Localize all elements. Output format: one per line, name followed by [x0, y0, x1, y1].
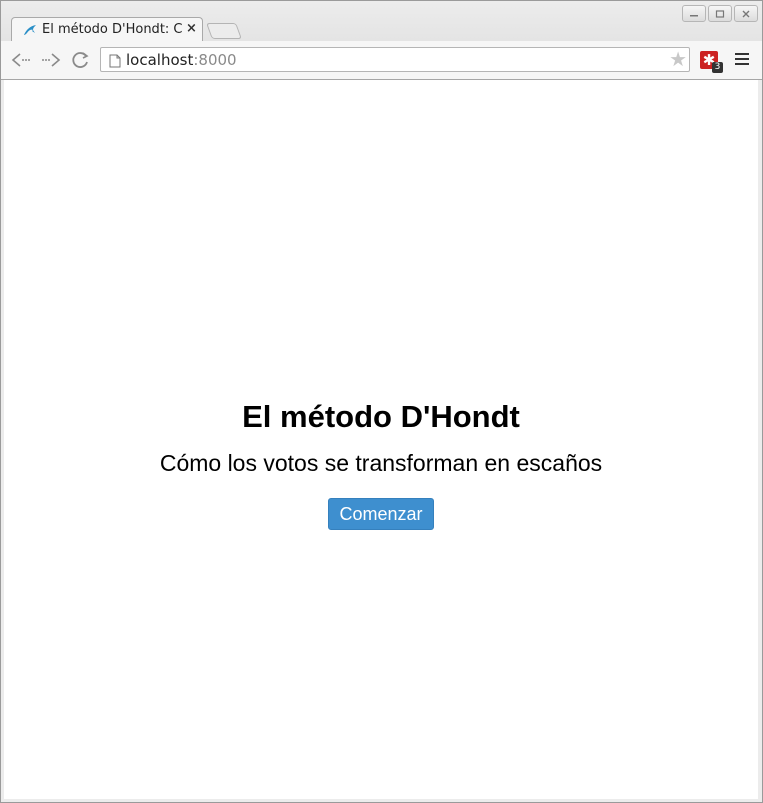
url-port: :8000 [193, 51, 237, 69]
window-controls [682, 5, 758, 22]
hamburger-menu-icon[interactable] [735, 53, 749, 67]
address-bar[interactable]: localhost:8000 ★ [100, 47, 690, 72]
forward-arrow-icon [42, 53, 61, 67]
new-tab-button[interactable] [206, 23, 242, 39]
close-icon [742, 10, 750, 17]
extension-button[interactable]: ✱ 3 [700, 51, 723, 73]
extension-badge: 3 [712, 62, 723, 73]
hero-section: El método D'Hondt Cómo los votos se tran… [4, 396, 758, 530]
maximize-button[interactable] [708, 5, 732, 22]
reload-icon [72, 52, 89, 68]
page-title: El método D'Hondt [242, 399, 520, 434]
page-icon [109, 53, 121, 72]
tab-close-button[interactable]: × [186, 21, 197, 36]
page-subtitle: Cómo los votos se transforman en escaños [159, 450, 603, 476]
start-button[interactable]: Comenzar [328, 498, 434, 530]
page-content: El método D'Hondt Cómo los votos se tran… [4, 80, 758, 799]
tab-strip: El método D'Hondt: C × [1, 1, 762, 42]
star-icon[interactable]: ★ [669, 49, 687, 69]
maximize-icon [715, 9, 725, 18]
tab-active[interactable]: El método D'Hondt: C × [11, 17, 203, 42]
dolphin-icon [22, 22, 38, 38]
url-text: localhost:8000 [126, 51, 237, 69]
forward-button[interactable] [39, 49, 63, 71]
browser-toolbar: localhost:8000 ★ ✱ 3 [1, 41, 762, 80]
reload-button[interactable] [69, 49, 93, 71]
close-window-button[interactable] [734, 5, 758, 22]
minimize-button[interactable] [682, 5, 706, 22]
back-button[interactable] [9, 49, 33, 71]
back-arrow-icon [11, 53, 30, 67]
minimize-icon [690, 14, 698, 16]
tab-title: El método D'Hondt: C [42, 22, 182, 37]
browser-window: El método D'Hondt: C × localhost:8000 ★ … [0, 0, 763, 803]
url-host: localhost [126, 51, 194, 69]
